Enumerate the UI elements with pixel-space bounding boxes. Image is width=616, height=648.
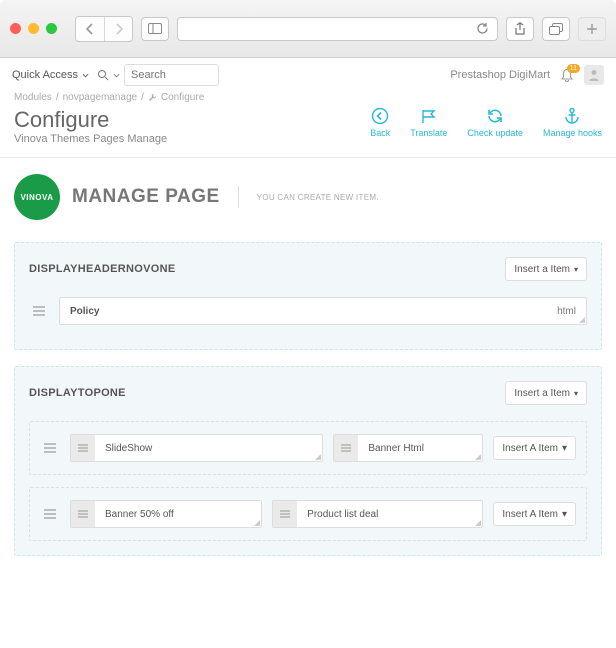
brand-subtitle: YOU CAN CREATE NEW ITEM. — [257, 193, 379, 202]
drag-handle-icon[interactable] — [40, 438, 60, 458]
item-label: Policy — [70, 306, 99, 317]
chevron-down-icon: ▾ — [562, 509, 567, 520]
avatar[interactable] — [584, 65, 604, 85]
item-box[interactable]: Policy html — [59, 297, 587, 325]
breadcrumb: Modules / novpagemanage / Configure — [0, 92, 616, 103]
search-input[interactable] — [124, 64, 219, 86]
reload-icon[interactable] — [476, 22, 489, 35]
chevron-down-icon[interactable] — [113, 73, 120, 78]
address-bar[interactable] — [177, 17, 498, 41]
subitem[interactable]: Product list deal — [272, 500, 483, 528]
drag-handle-icon[interactable] — [29, 301, 49, 321]
page-header: Configure Vinova Themes Pages Manage Bac… — [0, 103, 616, 158]
sidebar-toggle-button[interactable] — [141, 17, 169, 41]
manage-hooks-action[interactable]: Manage hooks — [543, 107, 602, 145]
admin-top-bar: Quick Access Prestashop DigiMart 11 — [0, 58, 616, 92]
search-icon[interactable] — [97, 69, 109, 81]
chrome-right — [506, 17, 606, 41]
quick-access-dropdown[interactable]: Quick Access — [12, 69, 89, 81]
back-button[interactable] — [76, 17, 104, 41]
page-title: Configure — [14, 107, 167, 133]
hook-panel-top-one: DISPLAYTOPONE Insert a Item ▾ SlideShow — [14, 366, 602, 556]
tabs-button[interactable] — [542, 17, 570, 41]
browser-chrome — [0, 0, 616, 58]
shop-name[interactable]: Prestashop DigiMart — [450, 69, 550, 81]
insert-item-button[interactable]: Insert a Item ▾ — [505, 381, 587, 405]
brand-logo: VINOVA — [14, 174, 60, 220]
subitem[interactable]: SlideShow — [70, 434, 323, 462]
subitem-label: Product list deal — [297, 509, 388, 520]
share-button[interactable] — [506, 17, 534, 41]
flag-icon — [420, 107, 438, 125]
notif-badge: 11 — [567, 64, 580, 73]
insert-item-button[interactable]: Insert A Item ▾ — [493, 436, 576, 460]
traffic-lights — [10, 23, 57, 34]
forward-button[interactable] — [104, 17, 132, 41]
notifications-button[interactable]: 11 — [560, 68, 574, 83]
drag-handle-icon[interactable] — [40, 504, 60, 524]
new-tab-button[interactable] — [578, 17, 606, 41]
insert-item-button[interactable]: Insert a Item ▾ — [505, 257, 587, 281]
drag-handle-icon[interactable] — [273, 501, 297, 527]
item-type: html — [557, 306, 576, 317]
subitem[interactable]: Banner 50% off — [70, 500, 262, 528]
breadcrumb-item: Configure — [161, 92, 204, 103]
brand-row: VINOVA MANAGE PAGE YOU CAN CREATE NEW IT… — [14, 174, 602, 220]
close-window-icon[interactable] — [10, 23, 21, 34]
item-row: Policy html — [29, 297, 587, 325]
chevron-down-icon: ▾ — [574, 389, 578, 398]
brand-title: MANAGE PAGE — [72, 186, 220, 208]
drag-handle-icon[interactable] — [334, 435, 358, 461]
anchor-icon — [563, 107, 581, 125]
nav-buttons — [75, 16, 133, 42]
hook-panel-header-nov-one: DISPLAYHEADERNOVONE Insert a Item ▾ Poli… — [14, 242, 602, 350]
chevron-down-icon: ▾ — [574, 265, 578, 274]
subitem-label: Banner 50% off — [95, 509, 184, 520]
hook-name: DISPLAYTOPONE — [29, 387, 126, 399]
chevron-down-icon: ▾ — [562, 443, 567, 454]
breadcrumb-item[interactable]: novpagemanage — [63, 92, 138, 103]
user-icon — [587, 68, 601, 82]
insert-item-button[interactable]: Insert A Item ▾ — [493, 502, 576, 526]
hook-name: DISPLAYHEADERNOVONE — [29, 263, 176, 275]
row-group: SlideShow Banner Html Insert A Item ▾ — [29, 421, 587, 475]
subitem[interactable]: Banner Html — [333, 434, 483, 462]
wrench-icon — [148, 93, 157, 102]
main-content: VINOVA MANAGE PAGE YOU CAN CREATE NEW IT… — [0, 158, 616, 574]
subitem-label: Banner Html — [358, 443, 434, 454]
refresh-icon — [486, 107, 504, 125]
admin-search — [97, 64, 219, 86]
check-update-action[interactable]: Check update — [467, 107, 523, 145]
subitem-label: SlideShow — [95, 443, 162, 454]
chevron-down-icon — [82, 72, 89, 79]
drag-handle-icon[interactable] — [71, 435, 95, 461]
breadcrumb-item[interactable]: Modules — [14, 92, 52, 103]
translate-action[interactable]: Translate — [410, 107, 447, 145]
minimize-window-icon[interactable] — [28, 23, 39, 34]
quick-access-label: Quick Access — [12, 69, 78, 81]
back-action[interactable]: Back — [370, 107, 390, 145]
maximize-window-icon[interactable] — [46, 23, 57, 34]
drag-handle-icon[interactable] — [71, 501, 95, 527]
page-subtitle: Vinova Themes Pages Manage — [14, 133, 167, 145]
row-group: Banner 50% off Product list deal Insert … — [29, 487, 587, 541]
arrow-left-icon — [371, 107, 389, 125]
